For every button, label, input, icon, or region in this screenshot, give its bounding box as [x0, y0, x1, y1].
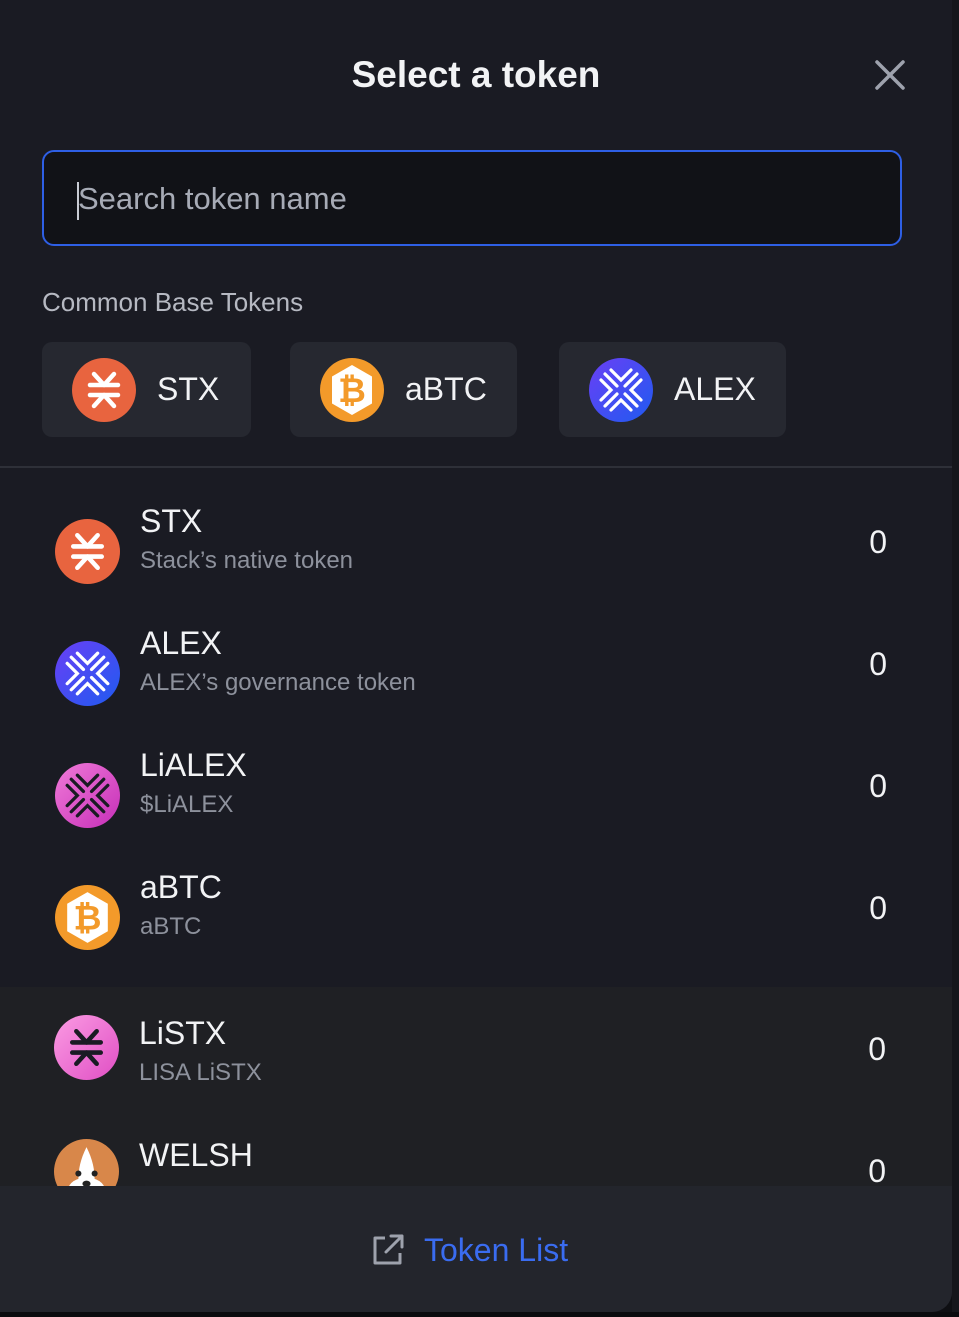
- token-balance: 0: [869, 646, 887, 682]
- common-token-chip-stx[interactable]: STX: [42, 342, 251, 437]
- token-row-stx[interactable]: STX Stack’s native token 0: [0, 496, 952, 618]
- chip-label: STX: [157, 371, 220, 407]
- token-row-abtc[interactable]: ₿ aBTC aBTC 0: [0, 862, 952, 984]
- token-symbol: WELSH: [139, 1137, 253, 1173]
- alex-icon: [589, 358, 653, 422]
- token-row-welsh[interactable]: WELSH 0: [0, 1109, 952, 1186]
- token-description: Stack’s native token: [140, 547, 354, 574]
- chip-label: aBTC: [405, 371, 487, 407]
- abtc-icon: ₿: [320, 358, 384, 422]
- search-field[interactable]: [42, 150, 902, 246]
- listx-icon: [54, 1015, 119, 1080]
- token-row-alex[interactable]: ALEX ALEX’s governance token 0: [0, 618, 952, 740]
- token-balance: 0: [868, 1031, 886, 1067]
- divider: [0, 466, 952, 468]
- token-balance: 0: [869, 768, 887, 804]
- token-balance: 0: [868, 1153, 886, 1186]
- welsh-icon: [54, 1139, 119, 1186]
- abtc-icon: ₿: [55, 885, 120, 950]
- token-symbol: STX: [140, 503, 203, 539]
- token-symbol: aBTC: [140, 869, 222, 905]
- common-token-chip-abtc[interactable]: ₿ aBTC: [290, 342, 517, 437]
- external-link-icon: [373, 1234, 404, 1265]
- chip-label: ALEX: [674, 371, 756, 407]
- token-description: $LiALEX: [140, 791, 234, 818]
- select-token-modal: Select a token Common Base Tokens STX ₿ …: [0, 0, 952, 1312]
- lialex-icon: [55, 763, 120, 828]
- token-balance: 0: [869, 524, 887, 560]
- token-description: aBTC: [140, 913, 202, 940]
- token-list-label: Token List: [424, 1232, 569, 1268]
- close-button[interactable]: [871, 56, 909, 94]
- text-caret: [77, 182, 79, 220]
- modal-footer: Token List: [0, 1186, 952, 1312]
- common-token-chip-alex[interactable]: ALEX: [559, 342, 786, 437]
- close-icon: [875, 60, 905, 90]
- token-row-listx[interactable]: LiSTX LISA LiSTX 0: [0, 987, 952, 1109]
- svg-text:₿: ₿: [73, 900, 101, 938]
- svg-text:₿: ₿: [338, 372, 366, 410]
- token-balance: 0: [869, 890, 887, 926]
- search-input[interactable]: [76, 152, 860, 246]
- alex-icon: [55, 641, 120, 706]
- background-edge: [0, 1312, 959, 1317]
- token-symbol: ALEX: [140, 625, 222, 661]
- background-edge: [952, 0, 959, 1317]
- stx-icon: [72, 358, 136, 422]
- common-base-tokens-label: Common Base Tokens: [42, 287, 304, 317]
- token-description: LISA LiSTX: [139, 1059, 262, 1086]
- token-row-lialex[interactable]: LiALEX $LiALEX 0: [0, 740, 952, 862]
- token-description: ALEX’s governance token: [140, 669, 416, 696]
- token-symbol: LiSTX: [139, 1015, 227, 1051]
- token-symbol: LiALEX: [140, 747, 247, 783]
- modal-title: Select a token: [351, 54, 601, 95]
- stx-icon: [55, 519, 120, 584]
